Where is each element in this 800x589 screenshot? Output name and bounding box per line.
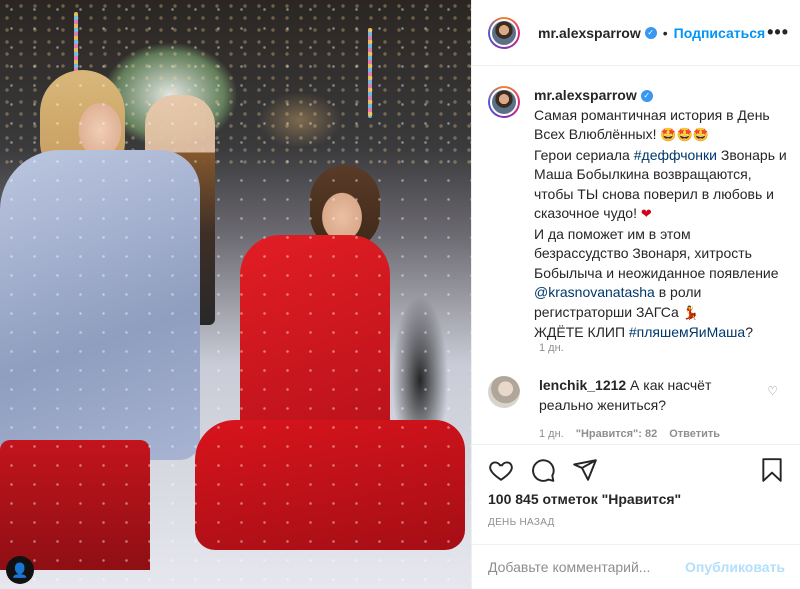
post-timestamp[interactable]: ДЕНЬ НАЗАД — [488, 517, 555, 528]
hashtag-link[interactable]: #пляшемЯиМаша — [629, 324, 745, 340]
avatar-image — [490, 88, 518, 116]
likes-count[interactable]: 100 845 отметок "Нравится" — [488, 491, 681, 507]
commenter-username[interactable]: lenchik_1212 — [539, 377, 626, 393]
comment-item: lenchik_1212 А как насчёт реально женить… — [488, 376, 793, 415]
save-bookmark-icon[interactable] — [759, 457, 785, 483]
comment-bubble-icon[interactable] — [530, 457, 556, 483]
user-tag-icon[interactable]: 👤 — [6, 556, 34, 584]
comment-likes-count[interactable]: "Нравится": 82 — [576, 428, 657, 440]
hashtag-link[interactable]: #деффчонки — [634, 147, 717, 163]
like-comment-heart-icon[interactable]: ♡ — [767, 384, 778, 398]
like-heart-icon[interactable] — [488, 457, 514, 483]
post-actions: 100 845 отметок "Нравится" ДЕНЬ НАЗАД — [472, 444, 800, 544]
avatar-image — [490, 18, 518, 47]
post-side-panel: mr.alexsparrow ✓ • Подписаться ••• mr.al… — [471, 0, 800, 589]
commenter-avatar[interactable] — [488, 376, 520, 408]
author-username[interactable]: mr.alexsparrow — [538, 25, 641, 41]
caption-line: И да поможет им в этом безрассудство Зво… — [534, 225, 779, 281]
publish-button[interactable]: Опубликовать — [685, 559, 785, 575]
star-struck-emoji: 🤩🤩🤩 — [660, 128, 709, 143]
comment-meta: 1 дн. "Нравится": 82 Ответить — [539, 428, 720, 440]
caption-line: ЖДЁТЕ КЛИП — [534, 324, 629, 340]
more-options-icon[interactable]: ••• — [767, 22, 789, 43]
caption-timestamp[interactable]: 1 дн. — [539, 342, 564, 354]
mention-link[interactable]: @krasnovanatasha — [534, 284, 655, 300]
caption-text: mr.alexsparrow ✓ Самая романтичная истори… — [534, 86, 788, 343]
caption: mr.alexsparrow ✓ Самая романтичная истори… — [488, 86, 788, 343]
snow-overlay — [0, 0, 471, 589]
caption-line: Герои сериала — [534, 146, 634, 163]
verified-badge-icon: ✓ — [640, 90, 653, 103]
heart-emoji: ❤ — [640, 207, 652, 222]
share-send-icon[interactable] — [572, 457, 598, 483]
reply-button[interactable]: Ответить — [669, 428, 720, 440]
verified-badge-icon: ✓ — [644, 26, 657, 39]
caption-username[interactable]: mr.alexsparrow — [534, 87, 637, 103]
caption-line: Самая романтичная история в День Всех Вл… — [534, 106, 770, 143]
separator-dot: • — [662, 24, 668, 41]
caption-line: ? — [745, 324, 754, 340]
add-comment-bar: Добавьте комментарий... Опубликовать — [472, 544, 800, 589]
caption-avatar[interactable] — [488, 86, 520, 118]
comment-input[interactable]: Добавьте комментарий... — [488, 559, 685, 575]
follow-button[interactable]: Подписаться — [674, 25, 766, 41]
comment-text: lenchik_1212 А как насчёт реально женить… — [539, 376, 759, 415]
post-photo[interactable]: 👤 — [0, 0, 471, 589]
author-avatar[interactable] — [488, 16, 520, 49]
comment-timestamp[interactable]: 1 дн. — [539, 428, 564, 440]
dancer-emoji: 💃 — [682, 305, 699, 321]
post-header: mr.alexsparrow ✓ • Подписаться ••• — [472, 0, 800, 66]
